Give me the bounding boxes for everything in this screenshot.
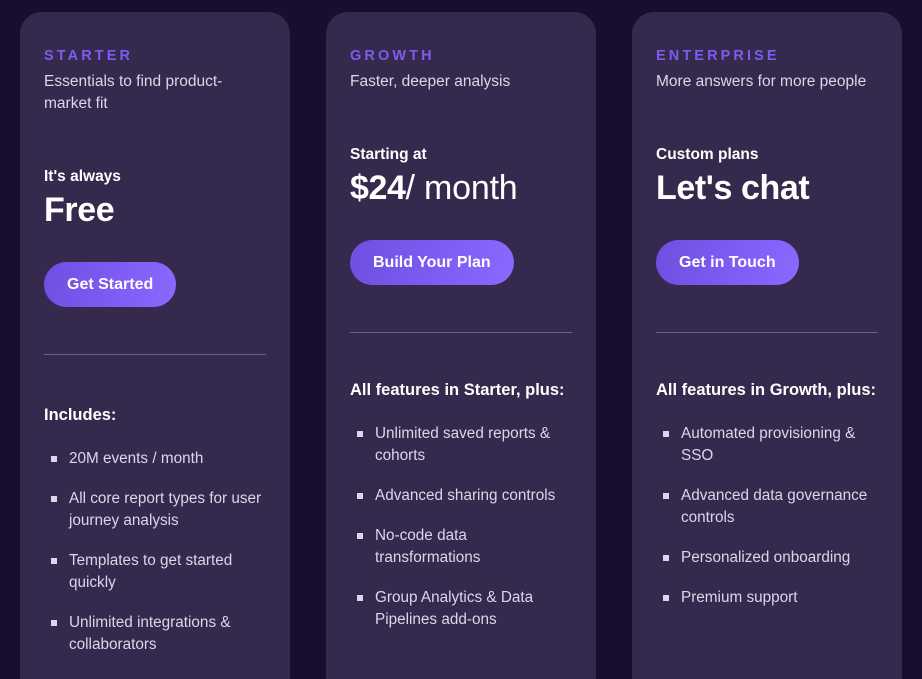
- feature-text: All core report types for user journey a…: [69, 489, 262, 529]
- list-item: No-code data transformations: [350, 525, 572, 569]
- features-heading-starter: Includes:: [44, 406, 117, 425]
- square-bullet-icon: [357, 594, 363, 601]
- features-list-starter: 20M events / month All core report types…: [44, 448, 266, 674]
- plan-name-growth: GROWTH: [350, 48, 435, 64]
- square-bullet-icon: [51, 455, 57, 462]
- feature-text: Premium support: [681, 588, 798, 606]
- square-bullet-icon: [51, 557, 57, 564]
- price-period-growth: / month: [405, 168, 518, 207]
- card-divider-enterprise: [656, 332, 878, 334]
- feature-text: Group Analytics & Data Pipelines add-ons: [375, 588, 534, 628]
- feature-text: Unlimited saved reports & cohorts: [375, 424, 551, 464]
- get-started-button[interactable]: Get Started: [44, 261, 177, 308]
- pricing-plans-grid: STARTER Essentials to find product-marke…: [0, 0, 922, 679]
- price-headline-enterprise: Let's chat: [656, 168, 878, 208]
- list-item: Advanced data governance controls: [656, 485, 878, 529]
- price-headline-growth: $24/ month: [350, 168, 572, 208]
- plan-card-starter: STARTER Essentials to find product-marke…: [20, 12, 290, 679]
- build-your-plan-button[interactable]: Build Your Plan: [350, 239, 514, 286]
- feature-text: 20M events / month: [69, 449, 204, 467]
- price-amount-growth: $24: [350, 168, 406, 207]
- feature-text: Automated provisioning & SSO: [681, 424, 856, 464]
- price-caption-starter: It's always: [44, 168, 121, 186]
- feature-text: Templates to get started quickly: [69, 551, 233, 591]
- price-caption-growth: Starting at: [350, 146, 427, 164]
- price-amount-enterprise: Let's chat: [656, 168, 810, 207]
- cta-row-growth: Build Your Plan: [350, 239, 572, 286]
- features-heading-enterprise: All features in Growth, plus:: [656, 381, 877, 400]
- list-item: Templates to get started quickly: [44, 550, 266, 594]
- features-list-growth: Unlimited saved reports & cohorts Advanc…: [350, 423, 572, 649]
- square-bullet-icon: [663, 492, 669, 499]
- square-bullet-icon: [51, 619, 57, 626]
- square-bullet-icon: [663, 594, 669, 601]
- cta-row-starter: Get Started: [44, 261, 266, 308]
- card-divider-starter: [44, 354, 266, 356]
- price-block-growth: Starting at $24/ month: [350, 145, 572, 207]
- get-in-touch-button[interactable]: Get in Touch: [656, 239, 799, 286]
- price-block-starter: It's always Free: [44, 167, 266, 229]
- cta-row-enterprise: Get in Touch: [656, 239, 878, 286]
- square-bullet-icon: [357, 430, 363, 437]
- plan-tagline-starter: Essentials to find product-market fit: [44, 73, 223, 113]
- feature-text: Advanced data governance controls: [681, 486, 868, 526]
- price-amount-starter: Free: [44, 190, 115, 229]
- square-bullet-icon: [51, 495, 57, 502]
- card-divider-growth: [350, 332, 572, 334]
- features-list-enterprise: Automated provisioning & SSO Advanced da…: [656, 423, 878, 627]
- plan-tagline-enterprise: More answers for more people: [656, 73, 867, 91]
- list-item: Unlimited saved reports & cohorts: [350, 423, 572, 467]
- square-bullet-icon: [663, 554, 669, 561]
- price-caption-enterprise: Custom plans: [656, 146, 759, 164]
- list-item: Automated provisioning & SSO: [656, 423, 878, 467]
- list-item: Personalized onboarding: [656, 547, 878, 569]
- square-bullet-icon: [663, 430, 669, 437]
- feature-text: No-code data transformations: [375, 526, 481, 566]
- list-item: Premium support: [656, 587, 878, 609]
- plan-name-starter: STARTER: [44, 48, 134, 64]
- feature-text: Unlimited integrations & collaborators: [69, 613, 231, 653]
- plan-name-enterprise: ENTERPRISE: [656, 48, 780, 64]
- list-item: All core report types for user journey a…: [44, 488, 266, 532]
- features-heading-growth: All features in Starter, plus:: [350, 381, 565, 400]
- price-block-enterprise: Custom plans Let's chat: [656, 145, 878, 207]
- plan-tagline-growth: Faster, deeper analysis: [350, 73, 511, 91]
- plan-card-enterprise: ENTERPRISE More answers for more people …: [632, 12, 902, 679]
- price-headline-starter: Free: [44, 190, 266, 230]
- plan-card-growth: GROWTH Faster, deeper analysis Starting …: [326, 12, 596, 679]
- list-item: Advanced sharing controls: [350, 485, 572, 507]
- list-item: 20M events / month: [44, 448, 266, 470]
- square-bullet-icon: [357, 532, 363, 539]
- list-item: Unlimited integrations & collaborators: [44, 612, 266, 656]
- feature-text: Advanced sharing controls: [375, 486, 556, 504]
- list-item: Group Analytics & Data Pipelines add-ons: [350, 587, 572, 631]
- feature-text: Personalized onboarding: [681, 548, 851, 566]
- square-bullet-icon: [357, 492, 363, 499]
